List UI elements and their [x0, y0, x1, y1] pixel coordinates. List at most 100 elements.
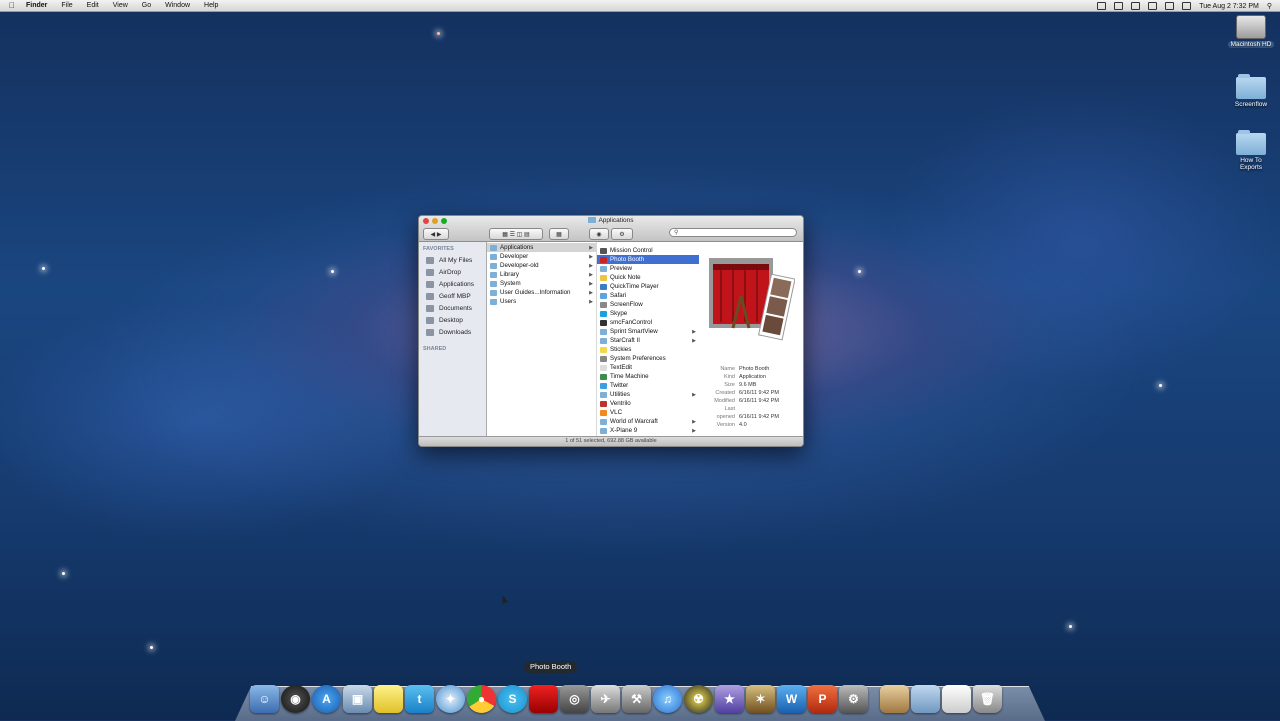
window-titlebar[interactable]: Applications ◀ ▶ ▦ ☰ ◫ ▤ ▦ ◉ ⚙ ⚲: [419, 216, 803, 242]
list-item-label: Applications: [500, 244, 534, 251]
list-item[interactable]: TextEdit: [597, 363, 699, 372]
menu-clock[interactable]: Tue Aug 2 7:32 PM: [1199, 3, 1259, 10]
desktop-icon-label: How To Exports: [1239, 157, 1263, 171]
list-item[interactable]: Preview: [597, 264, 699, 273]
mouse-cursor-icon: [499, 594, 509, 604]
view-mode-buttons[interactable]: ▦ ☰ ◫ ▤: [489, 228, 543, 240]
sidebar-item-desktop[interactable]: Desktop: [419, 314, 486, 326]
screenflow-icon[interactable]: ◎: [560, 685, 589, 713]
twitter-icon[interactable]: t: [405, 685, 434, 713]
photo-booth-icon[interactable]: [529, 685, 558, 713]
menu-file[interactable]: File: [61, 2, 72, 9]
sidebar-item-geoff-mbp[interactable]: Geoff MBP: [419, 290, 486, 302]
list-item[interactable]: Applications ▶: [487, 243, 596, 252]
sidebar-item-downloads[interactable]: Downloads: [419, 326, 486, 338]
dashboard-icon[interactable]: ◉: [281, 685, 310, 713]
list-item[interactable]: Utilities ▶: [597, 390, 699, 399]
sidebar-item-label: Documents: [439, 304, 472, 312]
utilities-icon[interactable]: ⚒: [622, 685, 651, 713]
list-item[interactable]: Quick Note: [597, 273, 699, 282]
radioactive-icon[interactable]: ☢: [684, 685, 713, 713]
list-item[interactable]: Library ▶: [487, 270, 596, 279]
list-item[interactable]: Users ▶: [487, 297, 596, 306]
preview-icon[interactable]: ▣: [343, 685, 372, 713]
system-preferences-icon[interactable]: ⚙: [839, 685, 868, 713]
list-item[interactable]: Time Machine: [597, 372, 699, 381]
applications-stack-icon[interactable]: [911, 685, 940, 713]
word-icon[interactable]: W: [777, 685, 806, 713]
spotlight-icon[interactable]: ⚲: [1267, 2, 1272, 10]
time-machine-icon[interactable]: [1114, 2, 1124, 10]
list-item[interactable]: Skype: [597, 309, 699, 318]
documents-stack-icon[interactable]: [880, 685, 909, 713]
bluetooth-icon[interactable]: [1131, 2, 1141, 10]
safari-icon[interactable]: ✦: [436, 685, 465, 713]
powerpoint-icon[interactable]: P: [808, 685, 837, 713]
preview-icon: [600, 265, 607, 272]
list-item[interactable]: World of Warcraft ▶: [597, 417, 699, 426]
x-plane-icon[interactable]: ✈: [591, 685, 620, 713]
finder-icon[interactable]: ☺: [250, 685, 279, 713]
menu-window[interactable]: Window: [165, 2, 190, 9]
app-store-icon[interactable]: A: [312, 685, 341, 713]
list-item[interactable]: Safari: [597, 291, 699, 300]
volume-icon[interactable]: [1165, 2, 1175, 10]
quick-look-button[interactable]: ◉: [589, 228, 609, 240]
list-item[interactable]: ScreenFlow: [597, 300, 699, 309]
list-item[interactable]: StarCraft II ▶: [597, 336, 699, 345]
disclosure-arrow-icon: ▶: [589, 289, 593, 296]
list-item[interactable]: smcFanControl: [597, 318, 699, 327]
arrange-button[interactable]: ▦: [549, 228, 569, 240]
action-gear-button[interactable]: ⚙: [611, 228, 633, 240]
menu-edit[interactable]: Edit: [87, 2, 99, 9]
list-item[interactable]: Stickies: [597, 345, 699, 354]
apple-menu-icon[interactable]: : [9, 1, 15, 10]
sidebar-item-applications[interactable]: Applications: [419, 278, 486, 290]
itunes-icon[interactable]: ♫: [653, 685, 682, 713]
time-machine-icon: [600, 373, 607, 380]
list-item-label: Developer-old: [500, 262, 539, 269]
list-item[interactable]: QuickTime Player: [597, 282, 699, 291]
list-item[interactable]: Developer ▶: [487, 252, 596, 261]
stickies-icon[interactable]: [374, 685, 403, 713]
list-item[interactable]: X-Plane 9 ▶: [597, 426, 699, 435]
folder-icon: [490, 262, 497, 269]
list-item-label: Safari: [610, 292, 627, 299]
back-forward-buttons[interactable]: ◀ ▶: [423, 228, 449, 240]
list-item[interactable]: Ventrilo: [597, 399, 699, 408]
imovie-icon[interactable]: ★: [715, 685, 744, 713]
menu-help[interactable]: Help: [204, 2, 218, 9]
starcraft-icon[interactable]: ✶: [746, 685, 775, 713]
list-item[interactable]: Developer-old ▶: [487, 261, 596, 270]
desktop-icon-how-to-exports[interactable]: How To Exports: [1221, 130, 1280, 171]
menu-view[interactable]: View: [113, 2, 128, 9]
screenflow-status-icon[interactable]: [1097, 2, 1107, 10]
skype-icon[interactable]: S: [498, 685, 527, 713]
search-input[interactable]: ⚲: [669, 228, 797, 237]
list-item[interactable]: User Guides...Information ▶: [487, 288, 596, 297]
menu-go[interactable]: Go: [142, 2, 151, 9]
file-icon[interactable]: [942, 685, 971, 713]
menu-app-name[interactable]: Finder: [26, 2, 47, 9]
folder-icon: [490, 271, 497, 278]
trash-icon[interactable]: 🗑: [973, 685, 1002, 713]
list-item[interactable]: Twitter: [597, 381, 699, 390]
wifi-icon[interactable]: [1148, 2, 1158, 10]
list-item[interactable]: VLC: [597, 408, 699, 417]
list-item-label: System Preferences: [610, 355, 666, 362]
chrome-icon[interactable]: ●: [467, 685, 496, 713]
list-item[interactable]: System Preferences: [597, 354, 699, 363]
desktop-icon-screenflow[interactable]: Screenflow: [1221, 74, 1280, 108]
folder-icon: [600, 328, 607, 335]
list-item[interactable]: Mission Control: [597, 246, 699, 255]
list-item[interactable]: Sprint SmartView ▶: [597, 327, 699, 336]
sidebar-item-all-my-files[interactable]: All My Files: [419, 254, 486, 266]
list-item[interactable]: System ▶: [487, 279, 596, 288]
battery-icon[interactable]: [1182, 2, 1192, 10]
desktop-icon-macintosh-hd[interactable]: Macintosh HD: [1221, 15, 1280, 48]
info-label: Version: [716, 422, 735, 428]
list-item-label: Skype: [610, 310, 628, 317]
sidebar-item-airdrop[interactable]: AirDrop: [419, 266, 486, 278]
list-item-selected[interactable]: Photo Booth: [597, 255, 699, 264]
sidebar-item-documents[interactable]: Documents: [419, 302, 486, 314]
